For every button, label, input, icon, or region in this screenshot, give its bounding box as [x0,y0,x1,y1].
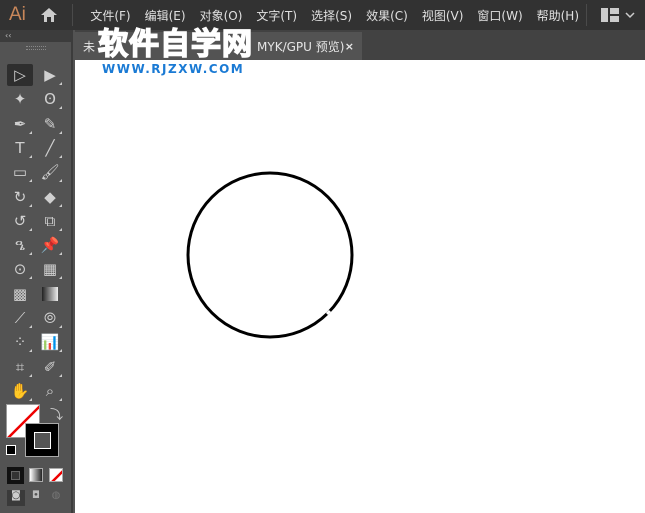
curvature-tool[interactable]: ✎ [37,113,63,135]
rectangle-icon: ▭ [12,163,28,182]
app-logo: Ai [8,4,26,25]
tab-title-end: MYK/GPU 预览) [257,39,345,54]
shape-builder-tool[interactable]: ⊙ [7,258,33,280]
chevron-down-icon [625,12,635,19]
warp-tool[interactable]: ዔ [7,234,33,256]
paintbrush-icon: 🖌 [40,163,60,182]
eyedropper-tool[interactable]: ⟋ [7,307,33,329]
tools-panel: ‹‹ ▷ ▶ ✦ ʘ ✒ ✎ T ╱ ▭ 🖌 ↻ ◆ ↺ ⧉ ዔ 📌 ⊙ ▦ ▩ ▮ ⟋ ⦾ ⁘ 📊 ⌗ ✐ ✋ ⌕ ⤵ ◙ ◘ ◍ [0,30,73,513]
slice-icon: ✐ [43,357,57,376]
workspace-switcher[interactable] [586,4,645,26]
draw-inside-button[interactable]: ◍ [47,490,65,506]
shaper-tool[interactable]: ↻ [7,186,33,208]
menu-edit[interactable]: 编辑(E) [138,7,193,24]
direct-selection-icon: ▶ [44,66,56,84]
tab-title-start: 未 [83,39,96,54]
direct-selection-tool[interactable]: ▶ [37,64,63,86]
blend-icon: ⦾ [43,309,56,327]
draw-normal-button[interactable]: ◙ [7,490,25,506]
draw-behind-button[interactable]: ◘ [27,490,45,506]
panel-grip[interactable] [26,46,46,50]
perspective-grid-tool[interactable]: ▦ [37,258,63,280]
perspective-grid-icon: ▦ [42,260,58,279]
selection-tool[interactable]: ▷ [7,64,33,86]
magic-wand-tool[interactable]: ✦ [7,88,33,110]
gradient-tool[interactable]: ▮ [37,283,63,305]
document-tab-bar: 未 MYK/GPU 预览) × [75,30,645,60]
divider [72,4,74,26]
home-button[interactable] [35,7,63,23]
artboard-canvas[interactable] [75,60,645,513]
paintbrush-tool[interactable]: 🖌 [37,161,63,183]
scale-tool[interactable]: ⧉ [37,210,63,232]
column-graph-tool[interactable]: 📊 [37,331,63,353]
color-mode-button[interactable] [7,467,24,484]
menu-view[interactable]: 视图(V) [415,7,471,24]
hand-icon: ✋ [10,381,30,400]
default-colors-button[interactable] [6,445,16,455]
menu-effect[interactable]: 效果(C) [359,7,415,24]
document-tab[interactable]: 未 MYK/GPU 预览) × [75,32,362,60]
pen-tool[interactable]: ✒ [7,113,33,135]
line-segment-icon: ╱ [45,138,55,157]
mesh-tool[interactable]: ▩ [7,283,33,305]
menu-window[interactable]: 窗口(W) [470,7,529,24]
collapse-panel-button[interactable]: ‹‹ [0,30,71,42]
lasso-tool[interactable]: ʘ [37,88,63,110]
symbol-sprayer-tool[interactable]: ⁘ [7,331,33,353]
gradient-icon: ▮ [42,286,58,301]
home-icon [40,8,57,22]
rotate-tool[interactable]: ↺ [7,210,33,232]
artboard-icon: ⌗ [15,357,25,376]
gradient-mode-button[interactable] [29,468,43,482]
zoom-icon: ⌕ [45,381,55,400]
stroke-color-box [33,431,51,449]
eyedropper-icon: ⟋ [14,309,26,327]
menu-file[interactable]: 文件(F) [83,7,137,24]
warp-icon: ዔ [14,236,26,255]
shaper-icon: ↻ [13,187,27,206]
magic-wand-icon: ✦ [13,90,27,109]
lasso-icon: ʘ [44,90,56,109]
mesh-icon: ▩ [12,284,28,303]
zoom-tool[interactable]: ⌕ [37,380,63,402]
curvature-icon: ✎ [43,114,57,133]
type-tool[interactable]: T [7,137,33,159]
eraser-tool[interactable]: ◆ [37,186,63,208]
symbol-sprayer-icon: ⁘ [13,333,27,352]
workspace-layout-icon [601,8,620,22]
circle-shape[interactable] [75,60,645,513]
menu-object[interactable]: 对象(O) [193,7,250,24]
type-icon: T [15,138,25,157]
rectangle-tool[interactable]: ▭ [7,161,33,183]
menu-type[interactable]: 文字(T) [249,7,304,24]
eraser-icon: ◆ [44,187,56,206]
scale-icon: ⧉ [44,211,56,230]
swap-fill-stroke-button[interactable]: ⤵ [50,404,63,423]
menu-help[interactable]: 帮助(H) [530,7,586,24]
none-mode-button[interactable] [49,468,63,482]
column-graph-icon: 📊 [40,333,60,352]
pen-icon: ✒ [13,114,27,133]
artboard-tool[interactable]: ⌗ [7,356,33,378]
shape-builder-icon: ⊙ [13,260,27,279]
puppet-warp-icon: 📌 [40,236,60,255]
selection-icon: ▷ [14,66,26,84]
line-segment-tool[interactable]: ╱ [37,137,63,159]
puppet-warp-tool[interactable]: 📌 [37,234,63,256]
menu-select[interactable]: 选择(S) [304,7,359,24]
hand-tool[interactable]: ✋ [7,380,33,402]
slice-tool[interactable]: ✐ [37,356,63,378]
blend-tool[interactable]: ⦾ [37,307,63,329]
divider [586,4,588,26]
menu-bar: Ai 文件(F) 编辑(E) 对象(O) 文字(T) 选择(S) 效果(C) 视… [0,0,645,30]
rotate-icon: ↺ [13,211,27,230]
close-tab-icon[interactable]: × [345,40,354,53]
stroke-swatch[interactable] [25,423,59,457]
